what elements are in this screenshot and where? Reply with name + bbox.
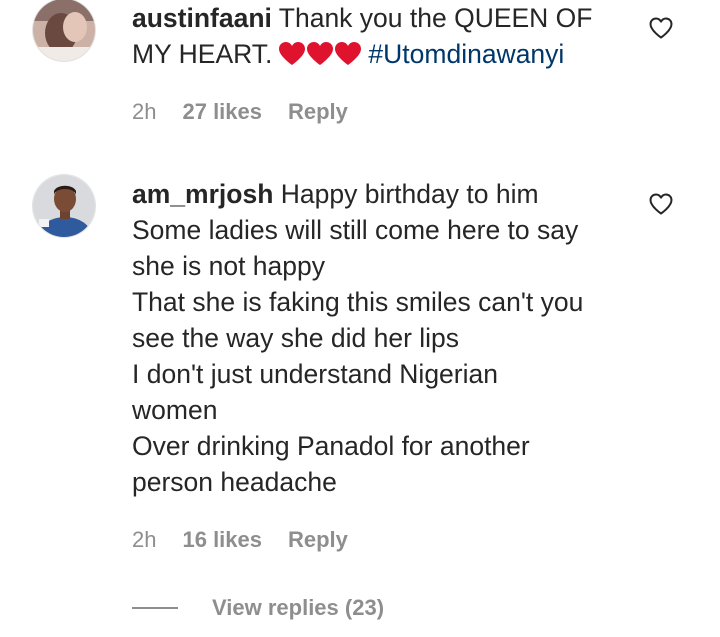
likes-count[interactable]: 27 likes [182, 99, 262, 124]
comment-text-line1: Thank you the QUEEN OF [278, 3, 593, 33]
heart-outline-icon[interactable] [649, 17, 673, 39]
comment-time: 2h [132, 99, 157, 124]
comment-text-line: women [132, 395, 218, 425]
comment-meta: 2h 27 likes Reply [132, 98, 374, 126]
avatar[interactable] [32, 0, 96, 62]
view-replies-button[interactable]: View replies (23) [132, 593, 384, 623]
avatar-photo-icon [33, 0, 95, 61]
avatar-photo-icon [33, 175, 95, 237]
view-replies-divider [132, 607, 178, 609]
comment-text-line: person headache [132, 467, 337, 497]
comment-text-line: I don't just understand Nigerian [132, 359, 498, 389]
comment-text-line: she is not happy [132, 251, 325, 281]
comment-text: austinfaani Thank you the QUEEN OF MY HE… [132, 0, 622, 76]
comment-username[interactable]: am_mrjosh [132, 179, 273, 209]
reply-button[interactable]: Reply [288, 527, 348, 552]
comment-text-line2: MY HEART. [132, 39, 273, 69]
comment-text-line: That she is faking this smiles can't you [132, 287, 584, 317]
comment-text-line: Over drinking Panadol for another [132, 431, 530, 461]
comment-text-line: Some ladies will still come here to say [132, 215, 579, 245]
comment-text: am_mrjosh Happy birthday to him Some lad… [132, 176, 622, 500]
comment-username[interactable]: austinfaani [132, 3, 272, 33]
view-replies-label: View replies (23) [212, 595, 385, 620]
hashtag-link[interactable]: #Utomdinawanyi [368, 39, 564, 69]
comment-text-line: see the way she did her lips [132, 323, 460, 353]
avatar[interactable] [32, 174, 96, 238]
comment-meta: 2h 16 likes Reply [132, 526, 374, 554]
comment-time: 2h [132, 527, 157, 552]
likes-count[interactable]: 16 likes [182, 527, 262, 552]
comment-text-line: Happy birthday to him [280, 179, 539, 209]
red-hearts-emoji-icon [278, 40, 362, 76]
heart-outline-icon[interactable] [649, 193, 673, 215]
reply-button[interactable]: Reply [288, 99, 348, 124]
